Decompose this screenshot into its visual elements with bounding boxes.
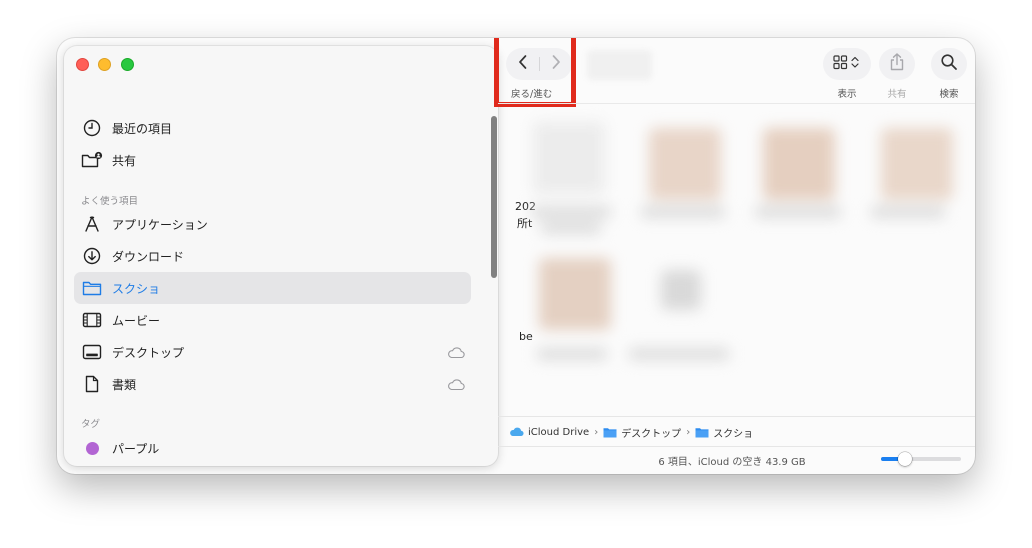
file-thumbnail[interactable]	[649, 128, 721, 200]
film-icon	[81, 309, 103, 331]
view-caption: 表示	[837, 89, 857, 100]
sidebar-item-label: デスクトップ	[112, 345, 185, 360]
folder-icon	[603, 427, 617, 437]
search-caption: 検索	[939, 89, 959, 100]
path-item-label: iCloud Drive	[528, 426, 590, 438]
sidebar-item-shared[interactable]: 共有	[74, 144, 471, 176]
highlight-box	[494, 38, 576, 107]
file-thumbnail[interactable]	[881, 128, 953, 200]
chevron-right-icon: ›	[686, 426, 691, 438]
sidebar-item-downloads[interactable]: ダウンロード	[74, 240, 471, 272]
file-name-blurred	[755, 206, 841, 218]
file-name-blurred	[629, 348, 729, 360]
window-title-blurred	[587, 50, 652, 80]
share-button[interactable]	[879, 48, 915, 80]
file-thumbnail[interactable]	[539, 258, 611, 330]
folder-icon	[81, 277, 103, 299]
sidebar-item-label: ムービー	[112, 313, 161, 328]
folder-icon	[695, 427, 709, 437]
sidebar-item-tag-purple[interactable]: パープル	[74, 432, 471, 464]
icon-size-slider-knob[interactable]	[898, 452, 912, 466]
search-button[interactable]	[931, 48, 967, 80]
pathbar-divider	[498, 416, 975, 417]
path-item-desktop[interactable]: デスクトップ	[603, 425, 681, 440]
view-options-button[interactable]	[823, 48, 871, 80]
sidebar-item-documents[interactable]: 書類	[74, 368, 471, 400]
sidebar-scrollbar[interactable]	[491, 116, 497, 278]
path-item-icloud-drive[interactable]: iCloud Drive	[509, 427, 589, 438]
file-name-blurred	[531, 206, 611, 218]
file-name-fragment: 所t	[517, 217, 533, 230]
share-caption: 共有	[887, 89, 907, 100]
sidebar-item-recents[interactable]: 最近の項目	[74, 112, 471, 144]
file-grid-blurred	[531, 122, 953, 360]
applications-icon	[81, 213, 103, 235]
file-thumbnail[interactable]	[533, 122, 605, 194]
zoom-window-button[interactable]	[121, 58, 134, 71]
path-item-label: スクショ	[713, 428, 754, 440]
sidebar-item-label: アプリケーション	[112, 217, 208, 232]
path-item-screenshots[interactable]: スクショ	[695, 425, 753, 440]
sidebar-item-label: 最近の項目	[112, 121, 173, 136]
minimize-window-button[interactable]	[98, 58, 111, 71]
favorites-heading: よく使う項目	[81, 196, 139, 207]
path-item-label: デスクトップ	[621, 428, 682, 440]
sidebar-item-desktop[interactable]: デスクトップ	[74, 336, 471, 368]
icloud-icon	[447, 376, 465, 395]
sidebar-item-label: 書類	[112, 377, 137, 392]
sidebar-item-label: パープル	[112, 441, 160, 456]
tags-heading: タグ	[81, 419, 101, 430]
finder-window: 最近の項目 共有 よく使う項目 アプリケーション ダウンロード スクショ ムービ…	[57, 38, 975, 474]
document-icon	[81, 373, 103, 395]
toolbar-divider	[498, 103, 975, 104]
chevron-right-icon: ›	[594, 426, 599, 438]
file-name-blurred	[641, 206, 725, 218]
icon-size-slider[interactable]	[881, 452, 961, 466]
sidebar-item-label: ダウンロード	[112, 249, 185, 264]
purple-tag-icon	[81, 437, 103, 459]
icloud-icon	[510, 427, 524, 437]
grid-view-icon	[832, 54, 862, 74]
share-icon	[888, 52, 906, 76]
download-icon	[81, 245, 103, 267]
sidebar: 最近の項目 共有 よく使う項目 アプリケーション ダウンロード スクショ ムービ…	[64, 46, 498, 466]
sidebar-item-applications[interactable]: アプリケーション	[74, 208, 471, 240]
shared-folder-icon	[81, 149, 103, 171]
sidebar-item-label: スクショ	[112, 281, 161, 296]
status-text: 6 項目、iCloud の空き 43.9 GB	[658, 457, 806, 468]
clock-icon	[81, 117, 103, 139]
file-name-blurred	[541, 222, 601, 234]
file-thumbnail[interactable]	[763, 128, 835, 200]
sidebar-item-label: 共有	[112, 153, 137, 168]
statusbar-divider	[498, 446, 975, 447]
close-window-button[interactable]	[76, 58, 89, 71]
file-name-fragment: be	[519, 330, 533, 343]
file-name-blurred	[537, 348, 607, 360]
icloud-icon	[447, 344, 465, 363]
desktop-icon	[81, 341, 103, 363]
file-name-blurred	[871, 206, 945, 218]
file-thumbnail[interactable]	[661, 270, 701, 310]
search-icon	[940, 53, 958, 75]
sidebar-item-screenshots[interactable]: スクショ	[74, 272, 471, 304]
path-bar: iCloud Drive › デスクトップ › スクショ	[509, 425, 753, 440]
sidebar-item-movies[interactable]: ムービー	[74, 304, 471, 336]
